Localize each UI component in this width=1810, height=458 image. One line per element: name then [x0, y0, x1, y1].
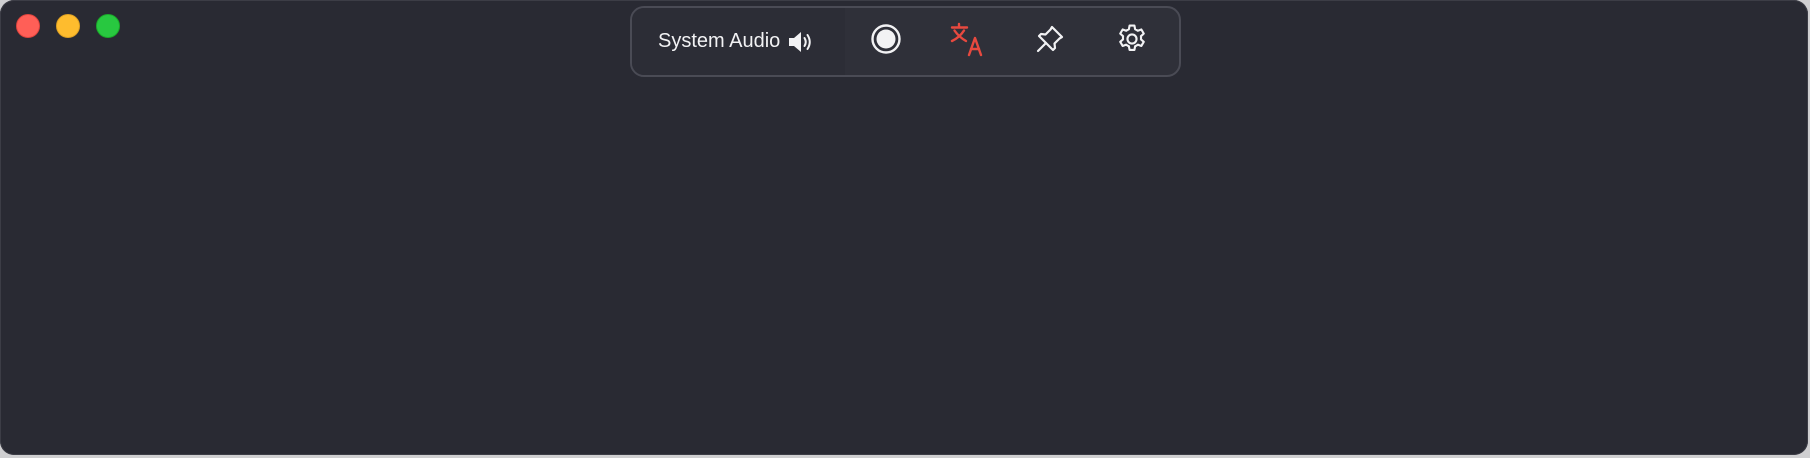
zoom-window-button[interactable]	[96, 14, 120, 38]
app-window: System Audio	[0, 0, 1808, 455]
audio-source-selector[interactable]: System Audio	[632, 8, 845, 75]
speaker-icon	[786, 28, 814, 56]
audio-source-label: System Audio	[658, 30, 781, 52]
pin-icon	[1034, 23, 1066, 60]
record-icon	[870, 23, 902, 60]
pin-button[interactable]	[1009, 8, 1091, 75]
gear-icon	[1115, 22, 1149, 61]
translate-button[interactable]	[927, 8, 1009, 75]
window-controls	[16, 14, 120, 38]
minimize-window-button[interactable]	[56, 14, 80, 38]
close-window-button[interactable]	[16, 14, 40, 38]
settings-button[interactable]	[1091, 8, 1173, 75]
translate-icon	[950, 21, 986, 62]
floating-toolbar: System Audio	[630, 6, 1181, 77]
record-button[interactable]	[845, 8, 927, 75]
